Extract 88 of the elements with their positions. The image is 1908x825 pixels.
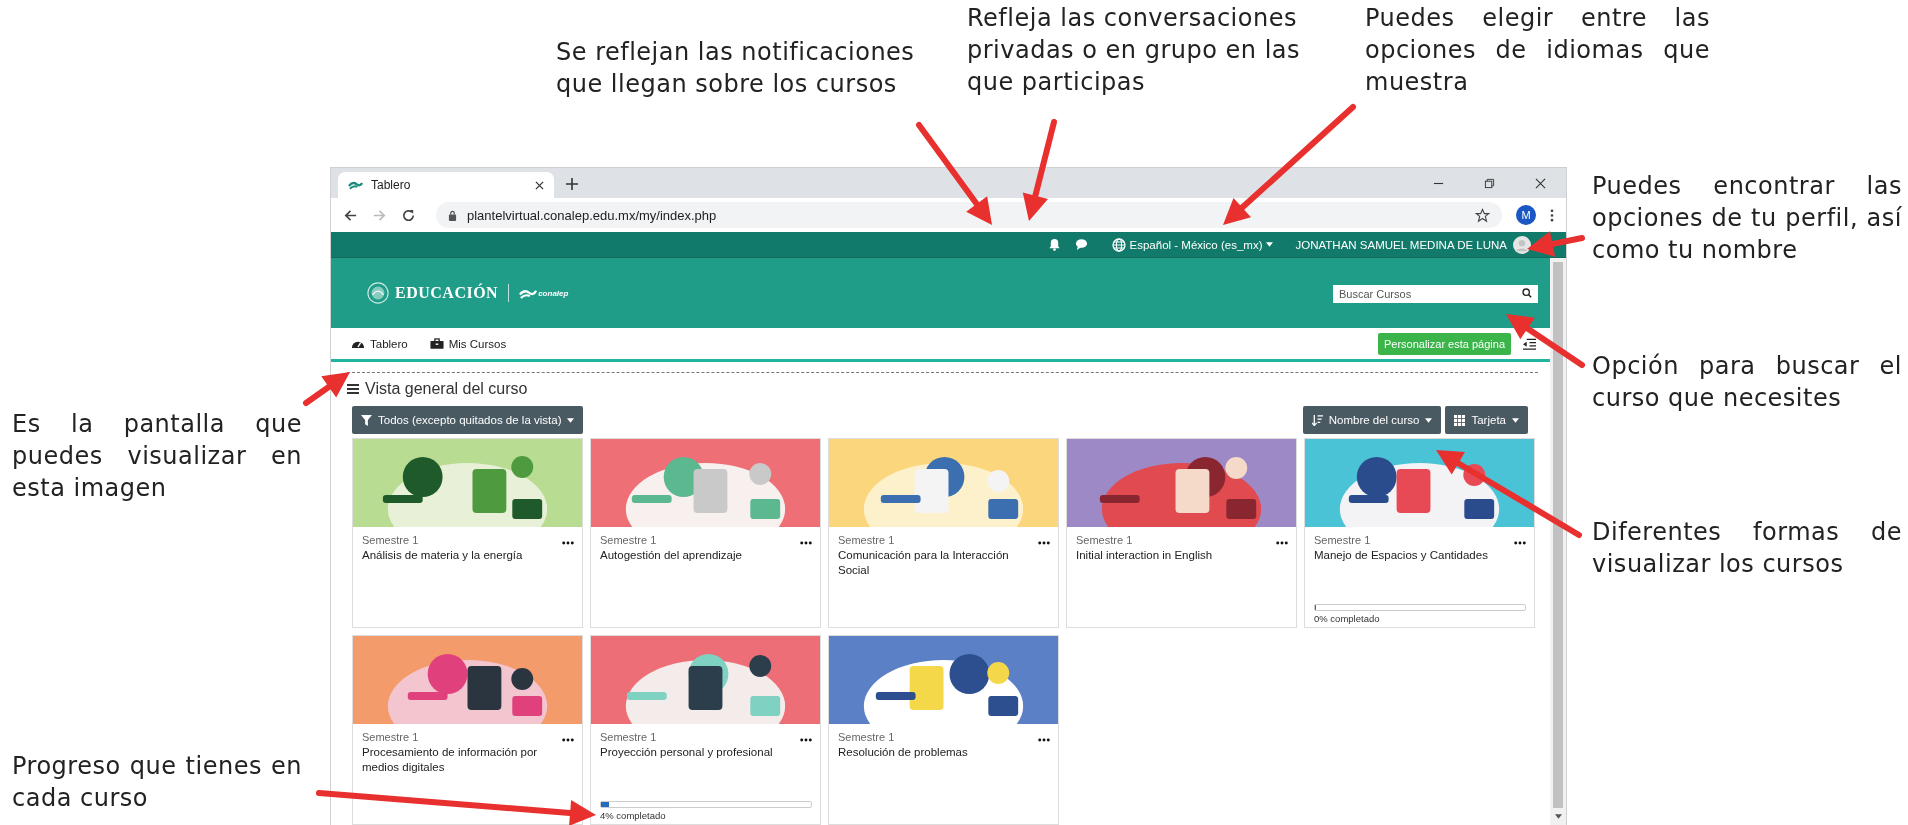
search-field[interactable]: Buscar Cursos bbox=[1333, 284, 1538, 303]
semester-label: Semestre 1 bbox=[600, 731, 657, 743]
annotation-text: Puedes encontrar las opciones de tu perfil, así como tu nombre bbox=[1592, 171, 1902, 266]
restore-icon[interactable] bbox=[1484, 178, 1495, 189]
address-bar[interactable]: plantelvirtual.conalep.edu.mx/my/index.php bbox=[436, 202, 1502, 228]
star-icon[interactable] bbox=[1475, 207, 1490, 223]
globe-icon bbox=[1111, 237, 1126, 252]
course-card[interactable]: Semestre 1 Resolución de problemas bbox=[828, 635, 1059, 825]
caret-icon bbox=[567, 417, 575, 423]
emblem-icon bbox=[367, 282, 389, 304]
reload-icon[interactable] bbox=[401, 207, 416, 223]
course-card[interactable]: Semestre 1 Manejo de Espacios y Cantidades 0% completado bbox=[1304, 438, 1535, 628]
arrow bbox=[303, 372, 350, 406]
language-menu[interactable]: Español - México (es_mx) bbox=[1111, 237, 1274, 252]
partner-logo-text: conalep bbox=[538, 288, 569, 298]
semester-label: Semestre 1 bbox=[1314, 534, 1371, 546]
course-title[interactable]: Manejo de Espacios y Cantidades bbox=[1314, 548, 1526, 563]
progress-text: 4% completado bbox=[600, 810, 667, 821]
caret-icon bbox=[1512, 417, 1519, 423]
close-icon[interactable] bbox=[535, 180, 544, 190]
more-icon[interactable] bbox=[562, 541, 574, 545]
annotation-text: Puedes elegir entre las opciones de idiomas que muestra bbox=[1365, 3, 1710, 98]
progress-text: 0% completado bbox=[1314, 613, 1381, 624]
sort-icon bbox=[1311, 414, 1323, 426]
url-text: plantelvirtual.conalep.edu.mx/my/index.php bbox=[467, 207, 717, 223]
semester-label: Semestre 1 bbox=[600, 534, 657, 546]
more-icon[interactable] bbox=[1038, 541, 1050, 545]
logo-icon bbox=[519, 287, 538, 299]
more-icon[interactable] bbox=[800, 738, 812, 742]
annotation-text: Es la pantalla que puedes visualizar en esta imagen bbox=[12, 409, 302, 504]
more-icon[interactable] bbox=[800, 541, 812, 545]
user-name[interactable]: JONATHAN SAMUEL MEDINA DE LUNA bbox=[1295, 238, 1507, 251]
section-title: Vista general del curso bbox=[365, 380, 528, 398]
chat-icon[interactable] bbox=[1074, 238, 1088, 251]
annotation-text: Diferentes formas de visualizar los cursos bbox=[1592, 517, 1902, 580]
annotation-text: Opción para buscar el curso que necesites bbox=[1592, 351, 1902, 414]
collapse-icon[interactable] bbox=[1523, 337, 1536, 350]
search-icon[interactable] bbox=[1522, 287, 1532, 298]
profile-avatar[interactable]: M bbox=[1516, 205, 1536, 225]
filter-icon bbox=[361, 414, 372, 426]
course-card[interactable]: Semestre 1 Autogestión del aprendizaje bbox=[590, 438, 821, 628]
plus-icon[interactable] bbox=[566, 178, 578, 190]
annotation-text: Se reflejan las notificaciones que llegan sobre los cursos bbox=[556, 37, 916, 100]
course-card[interactable]: Semestre 1 Procesamiento de información por medios digitales bbox=[352, 635, 583, 825]
close-icon[interactable] bbox=[1535, 178, 1546, 189]
bell-icon[interactable] bbox=[1047, 238, 1061, 251]
logo-text: EDUCACIÓN bbox=[395, 284, 499, 302]
semester-label: Semestre 1 bbox=[362, 731, 419, 743]
course-card[interactable]: Semestre 1 Comunicación para la Interacción Social bbox=[828, 438, 1059, 628]
menu-icon[interactable] bbox=[1550, 208, 1554, 222]
menu-icon bbox=[347, 384, 359, 394]
view-dropdown[interactable]: Tarjeta bbox=[1445, 406, 1528, 434]
nav-link[interactable]: Mis Cursos bbox=[429, 337, 507, 350]
arrow bbox=[1527, 231, 1585, 257]
avatar-icon[interactable] bbox=[1513, 235, 1531, 254]
briefcase-icon bbox=[429, 338, 444, 349]
browser-tab[interactable]: Tablero bbox=[338, 172, 554, 198]
caret-icon bbox=[1425, 417, 1433, 423]
more-icon[interactable] bbox=[1038, 738, 1050, 742]
scroll-down-icon[interactable] bbox=[1554, 814, 1562, 819]
filter-dropdown[interactable]: Todos (excepto quitados de la vista) bbox=[352, 406, 584, 434]
annotation-text: Refleja las conversaciones privadas o en grupo en las que participas bbox=[967, 3, 1301, 98]
course-title[interactable]: Initial interaction in English bbox=[1076, 548, 1288, 563]
course-card[interactable]: Semestre 1 Análisis de materia y la energía bbox=[352, 438, 583, 628]
course-title[interactable]: Autogestión del aprendizaje bbox=[600, 548, 812, 563]
sort-dropdown[interactable]: Nombre del curso bbox=[1302, 406, 1442, 434]
semester-label: Semestre 1 bbox=[838, 731, 895, 743]
course-title[interactable]: Proyección personal y profesional bbox=[600, 745, 812, 760]
more-icon[interactable] bbox=[1514, 541, 1526, 545]
course-title[interactable]: Procesamiento de información por medios digitales bbox=[362, 745, 574, 775]
more-icon[interactable] bbox=[562, 738, 574, 742]
nav-link[interactable]: Tablero bbox=[351, 337, 408, 350]
semester-label: Semestre 1 bbox=[838, 534, 895, 546]
course-card[interactable]: Semestre 1 Proyección personal y profesional 4% completado bbox=[590, 635, 821, 825]
course-card[interactable]: Semestre 1 Initial interaction in English bbox=[1066, 438, 1297, 628]
semester-label: Semestre 1 bbox=[362, 534, 419, 546]
lock-icon bbox=[448, 209, 457, 221]
logo-icon bbox=[348, 180, 363, 190]
caret-icon bbox=[1266, 242, 1274, 247]
course-title[interactable]: Resolución de problemas bbox=[838, 745, 1050, 760]
scrollbar[interactable] bbox=[1550, 258, 1566, 825]
semester-label: Semestre 1 bbox=[1076, 534, 1133, 546]
course-title[interactable]: Comunicación para la Interacción Social bbox=[838, 548, 1050, 578]
annotation-text: Progreso que tienes en cada curso bbox=[12, 751, 302, 814]
tab-title: Tablero bbox=[371, 178, 412, 192]
more-icon[interactable] bbox=[1276, 541, 1288, 545]
course-title[interactable]: Análisis de materia y la energía bbox=[362, 548, 574, 563]
grid-icon bbox=[1454, 414, 1466, 426]
